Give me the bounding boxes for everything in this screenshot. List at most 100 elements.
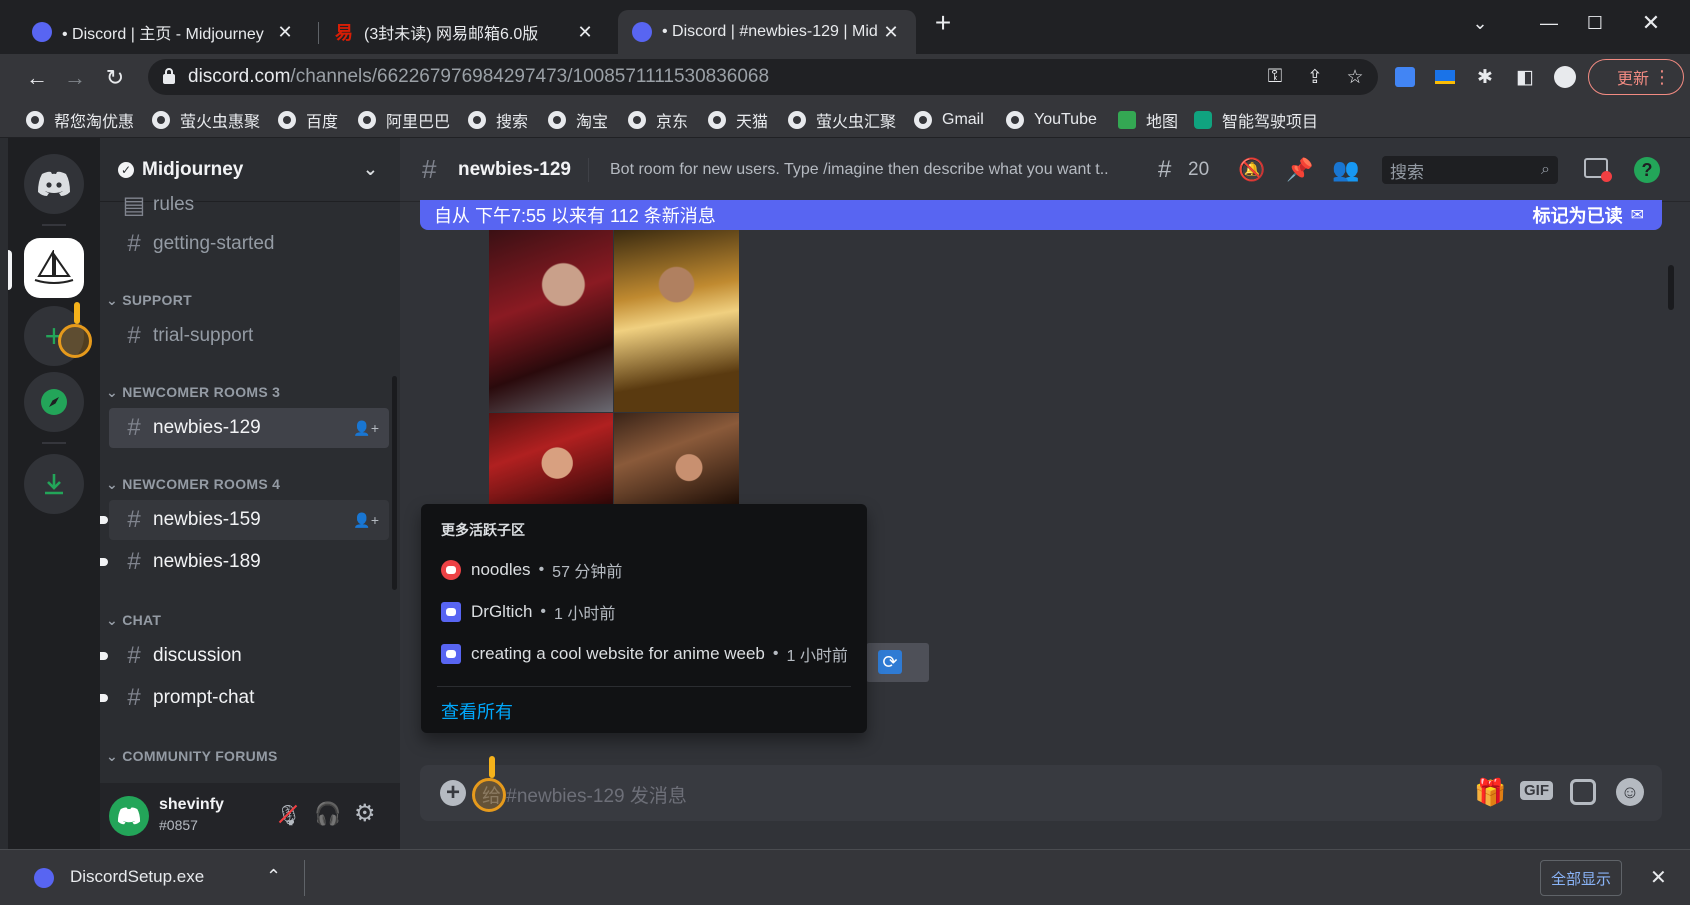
help-icon[interactable]: ? <box>1634 157 1660 183</box>
bookmark-item[interactable]: Gmail <box>914 108 984 132</box>
profile-avatar-icon[interactable] <box>1550 62 1580 92</box>
gift-icon[interactable]: 🎁 <box>1474 777 1506 808</box>
minimize-icon[interactable]: — <box>1526 8 1572 38</box>
search-input[interactable]: 搜索 ⌕ <box>1382 156 1558 184</box>
channel-newbies-129[interactable]: # newbies-129 👤+ <box>109 408 389 448</box>
close-download-bar-icon[interactable]: ✕ <box>1650 865 1667 890</box>
thread-avatar-icon <box>441 602 461 622</box>
create-invite-icon[interactable]: 👤+ <box>353 420 379 437</box>
download-apps-button[interactable] <box>24 454 84 514</box>
user-avatar[interactable] <box>109 796 149 836</box>
forward-icon[interactable]: → <box>60 63 90 93</box>
sidebar-scrollbar[interactable] <box>392 376 397 590</box>
new-messages-banner[interactable]: 自从 下午7:55 以来有 112 条新消息 标记为已读 ✉ <box>420 200 1662 230</box>
chevron-up-icon[interactable]: ⌃ <box>266 866 281 887</box>
channel-prompt-chat[interactable]: # prompt-chat <box>100 678 389 718</box>
pin-icon[interactable]: 📌 <box>1286 157 1313 183</box>
bookmark-item[interactable]: 百度 <box>278 108 338 132</box>
channel-newbies-159[interactable]: # newbies-159 👤+ <box>100 500 389 540</box>
upload-plus-icon[interactable]: + <box>440 779 466 806</box>
see-all-link[interactable]: 查看所有 <box>441 698 513 724</box>
message-input[interactable]: 给 #newbies-129 发消息 <box>482 781 687 808</box>
bookmark-item[interactable]: 帮您淘优惠 <box>26 108 134 132</box>
translate-extension-icon[interactable] <box>1390 62 1420 92</box>
thread-item[interactable]: creating a cool website for anime weeb •… <box>441 642 848 666</box>
bookmark-item[interactable]: 阿里巴巴 <box>358 108 450 132</box>
close-tab-icon[interactable]: ✕ <box>274 22 296 43</box>
more-menu-icon[interactable]: ⋮ <box>1653 67 1671 88</box>
midjourney-server-icon[interactable] <box>24 238 84 298</box>
image-grid[interactable] <box>489 230 739 504</box>
maximize-icon[interactable]: ☐ <box>1572 8 1618 38</box>
thread-item[interactable]: DrGltich • 1 小时前 <box>441 600 615 624</box>
channel-topic[interactable]: Bot room for new users. Type /imagine th… <box>610 161 1110 179</box>
channel-getting-started[interactable]: # getting-started <box>109 224 389 264</box>
tab-discord-home[interactable]: • Discord | 主页 - Midjourney ✕ <box>18 10 310 54</box>
show-all-button[interactable]: 全部显示 <box>1540 860 1622 896</box>
close-tab-icon[interactable]: ✕ <box>574 22 596 43</box>
address-bar[interactable]: discord.com/channels/662267976984297473/… <box>148 59 1378 95</box>
new-tab-button[interactable]: + <box>920 7 966 38</box>
channel-trial-support[interactable]: # trial-support <box>109 316 389 356</box>
category-community-forums[interactable]: ⌄ COMMUNITY FORUMS <box>106 748 278 765</box>
member-list-icon[interactable]: 👥 <box>1332 157 1359 183</box>
inbox-icon[interactable] <box>1584 158 1612 182</box>
category-newcomer-rooms-4[interactable]: ⌄ NEWCOMER ROOMS 4 <box>106 476 280 493</box>
bookmark-item[interactable]: YouTube <box>1006 108 1097 132</box>
channel-discussion[interactable]: # discussion <box>100 636 389 676</box>
mute-mic-icon[interactable]: 🎙 <box>276 803 301 828</box>
text-channel-icon: # <box>127 322 141 349</box>
puzzle-extensions-icon[interactable]: ✱ <box>1470 62 1500 92</box>
channel-newbies-189[interactable]: # newbies-189 <box>100 542 389 582</box>
chat-scrollbar[interactable] <box>1668 265 1674 310</box>
side-panel-icon[interactable]: ◧ <box>1510 62 1540 92</box>
channel-rules[interactable]: ▤ rules <box>109 190 389 220</box>
download-file-name[interactable]: DiscordSetup.exe <box>70 867 204 887</box>
thread-item[interactable]: noodles • 57 分钟前 <box>441 558 622 582</box>
notification-muted-icon[interactable]: 🔕 <box>1238 157 1265 183</box>
bookmark-star-icon[interactable]: ☆ <box>1340 62 1370 92</box>
category-chat[interactable]: ⌄ CHAT <box>106 612 161 629</box>
bookmark-item[interactable]: 京东 <box>628 108 688 132</box>
explore-servers-button[interactable] <box>24 372 84 432</box>
mark-as-read-button[interactable]: 标记为已读 ✉ <box>1533 202 1644 228</box>
reroll-button[interactable]: ⟳ <box>866 643 929 682</box>
server-name: Midjourney <box>142 158 244 180</box>
bookmark-item[interactable]: 萤火虫惠聚 <box>152 108 260 132</box>
gear-icon[interactable]: ⚙ <box>354 799 376 828</box>
close-window-icon[interactable]: ✕ <box>1628 8 1674 38</box>
key-icon[interactable]: ⚿ <box>1260 62 1290 92</box>
discord-home-button[interactable] <box>24 154 84 214</box>
generated-image[interactable] <box>614 413 739 504</box>
bookmark-item[interactable]: 萤火虫汇聚 <box>788 108 896 132</box>
close-tab-icon[interactable]: ✕ <box>880 22 902 43</box>
tab-divider <box>318 22 319 44</box>
tab-discord-newbies[interactable]: • Discord | #newbies-129 | Mid ✕ <box>618 10 916 54</box>
bookmark-item[interactable]: 搜索 <box>468 108 528 132</box>
bookmark-item[interactable]: 智能驾驶项目 <box>1194 108 1318 132</box>
threads-icon[interactable]: # <box>1158 156 1171 184</box>
globe-icon <box>152 111 170 129</box>
generated-image[interactable] <box>489 230 613 412</box>
create-invite-icon[interactable]: 👤+ <box>353 512 379 529</box>
tab-search-icon[interactable]: ⌄ <box>1457 8 1503 38</box>
category-support[interactable]: ⌄ SUPPORT <box>106 292 192 309</box>
update-button[interactable]: 更新 ⋮ <box>1588 59 1684 95</box>
bookmark-item[interactable]: 天猫 <box>708 108 768 132</box>
bookmark-item[interactable]: 地图 <box>1118 108 1178 132</box>
tab-netease-mail[interactable]: 易 (3封未读) 网易邮箱6.0版 ✕ <box>320 10 610 54</box>
emoji-icon[interactable]: ☺ <box>1616 778 1644 806</box>
download-divider <box>304 860 305 896</box>
sticker-icon[interactable] <box>1570 779 1596 805</box>
gif-button[interactable]: GIF <box>1520 781 1553 800</box>
headphones-icon[interactable]: 🎧 <box>314 801 341 827</box>
discord-logo-icon <box>38 171 70 196</box>
back-icon[interactable]: ← <box>22 63 52 93</box>
share-icon[interactable]: ⇪ <box>1300 62 1330 92</box>
category-newcomer-rooms-3[interactable]: ⌄ NEWCOMER ROOMS 3 <box>106 384 280 401</box>
bookmark-item[interactable]: 淘宝 <box>548 108 608 132</box>
generated-image[interactable] <box>614 230 739 412</box>
reload-icon[interactable]: ↻ <box>100 63 130 93</box>
extension-icon[interactable] <box>1430 62 1460 92</box>
generated-image[interactable] <box>489 413 613 504</box>
